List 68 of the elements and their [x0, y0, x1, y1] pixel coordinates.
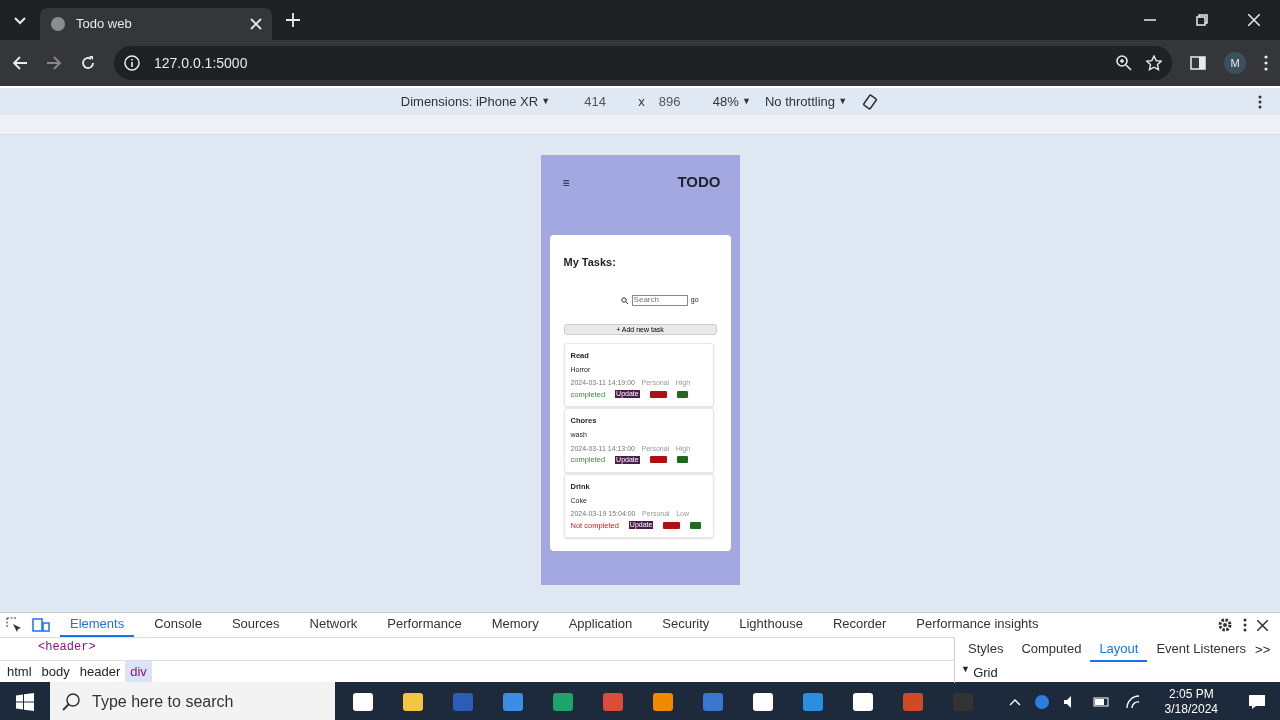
devtools-tab[interactable]: Memory [481, 613, 549, 637]
delete-button[interactable] [649, 456, 667, 464]
devtools-tab[interactable]: Lighthouse [729, 613, 813, 637]
star-icon[interactable] [1146, 55, 1162, 71]
complete-button[interactable] [690, 521, 702, 529]
heading: My Tasks: [563, 255, 617, 270]
caret-icon[interactable]: ▼ [541, 94, 551, 109]
search-icon [62, 693, 80, 711]
devtools-tab[interactable]: Recorder [822, 613, 897, 637]
zoom-dropdown[interactable]: 48% [712, 91, 739, 112]
throttling-dropdown[interactable]: No throttling [764, 91, 836, 112]
new-tab-icon[interactable] [286, 13, 300, 27]
devtools-tab[interactable]: Network [299, 613, 368, 637]
delete-button[interactable] [663, 521, 681, 529]
breadcrumb-item[interactable]: html [2, 660, 37, 683]
notifications-icon[interactable] [1248, 694, 1266, 710]
back-icon[interactable] [12, 55, 28, 71]
menu-button[interactable]: ≡ [562, 173, 570, 192]
more-icon[interactable] [1258, 95, 1262, 109]
wifi-icon[interactable] [1124, 695, 1141, 709]
battery-icon[interactable] [1092, 697, 1111, 707]
sidebar-tab[interactable]: Styles [959, 638, 1013, 662]
code-line: <header> [37, 639, 97, 656]
device-dropdown[interactable]: Dimensions: iPhone XR [400, 91, 539, 112]
reload-icon[interactable] [80, 55, 96, 71]
caret-icon[interactable]: ▼ [742, 94, 751, 109]
forward-icon[interactable] [46, 55, 62, 71]
restore-icon[interactable] [1196, 14, 1208, 26]
sidebar-tab[interactable]: Computed [1012, 638, 1091, 662]
search-icon [621, 296, 629, 304]
devtools-tab[interactable]: Security [652, 613, 720, 637]
devtools-tab[interactable]: Performance insights [906, 613, 1049, 637]
expand-toggle[interactable]: ▼ [961, 663, 970, 683]
profile-avatar[interactable]: M [1224, 52, 1246, 74]
devtools-tab[interactable]: Elements [60, 613, 135, 637]
side-panel-icon[interactable] [1190, 55, 1206, 71]
close-icon[interactable] [1257, 619, 1268, 631]
inspect-icon[interactable] [6, 617, 22, 633]
complete-button[interactable] [676, 456, 688, 464]
devtools-tab[interactable]: Console [144, 613, 212, 637]
devtools-tab[interactable]: Application [558, 613, 643, 637]
width-field[interactable]: 414 [584, 91, 625, 112]
more-tabs-button[interactable]: >> [1255, 640, 1271, 660]
delete-button[interactable] [649, 390, 667, 398]
more-icon[interactable] [1264, 55, 1268, 71]
breadcrumb-item[interactable]: body [36, 660, 75, 683]
more-icon[interactable] [1243, 618, 1247, 632]
sidebar-tab[interactable]: Event Listeners [1147, 638, 1256, 662]
devtools-tab[interactable]: Sources [221, 613, 290, 637]
caret-icon[interactable]: ▼ [838, 94, 848, 109]
clock-date[interactable]: 3/18/2024 [1164, 702, 1218, 717]
section-header: Grid [973, 664, 998, 682]
complete-button[interactable] [676, 390, 688, 398]
times-sign: x [638, 92, 645, 111]
app-title: TODO [677, 172, 721, 193]
devtools-tab[interactable]: Performance [377, 613, 472, 637]
clock-time[interactable]: 2:05 PM [1164, 687, 1218, 702]
sidebar-tab[interactable]: Layout [1090, 638, 1148, 662]
info-icon[interactable] [124, 55, 140, 71]
device-toggle-icon[interactable] [32, 617, 50, 633]
height-field[interactable]: 896 [658, 91, 699, 112]
search-field[interactable]: Search [631, 294, 688, 306]
breadcrumb-item[interactable]: div [125, 660, 152, 683]
chevron-up-icon[interactable] [1008, 698, 1021, 706]
breadcrumb-item[interactable]: header [74, 660, 126, 683]
rotate-icon[interactable] [861, 92, 880, 111]
windows-icon[interactable] [16, 693, 34, 711]
zoom-icon[interactable] [1116, 55, 1132, 71]
